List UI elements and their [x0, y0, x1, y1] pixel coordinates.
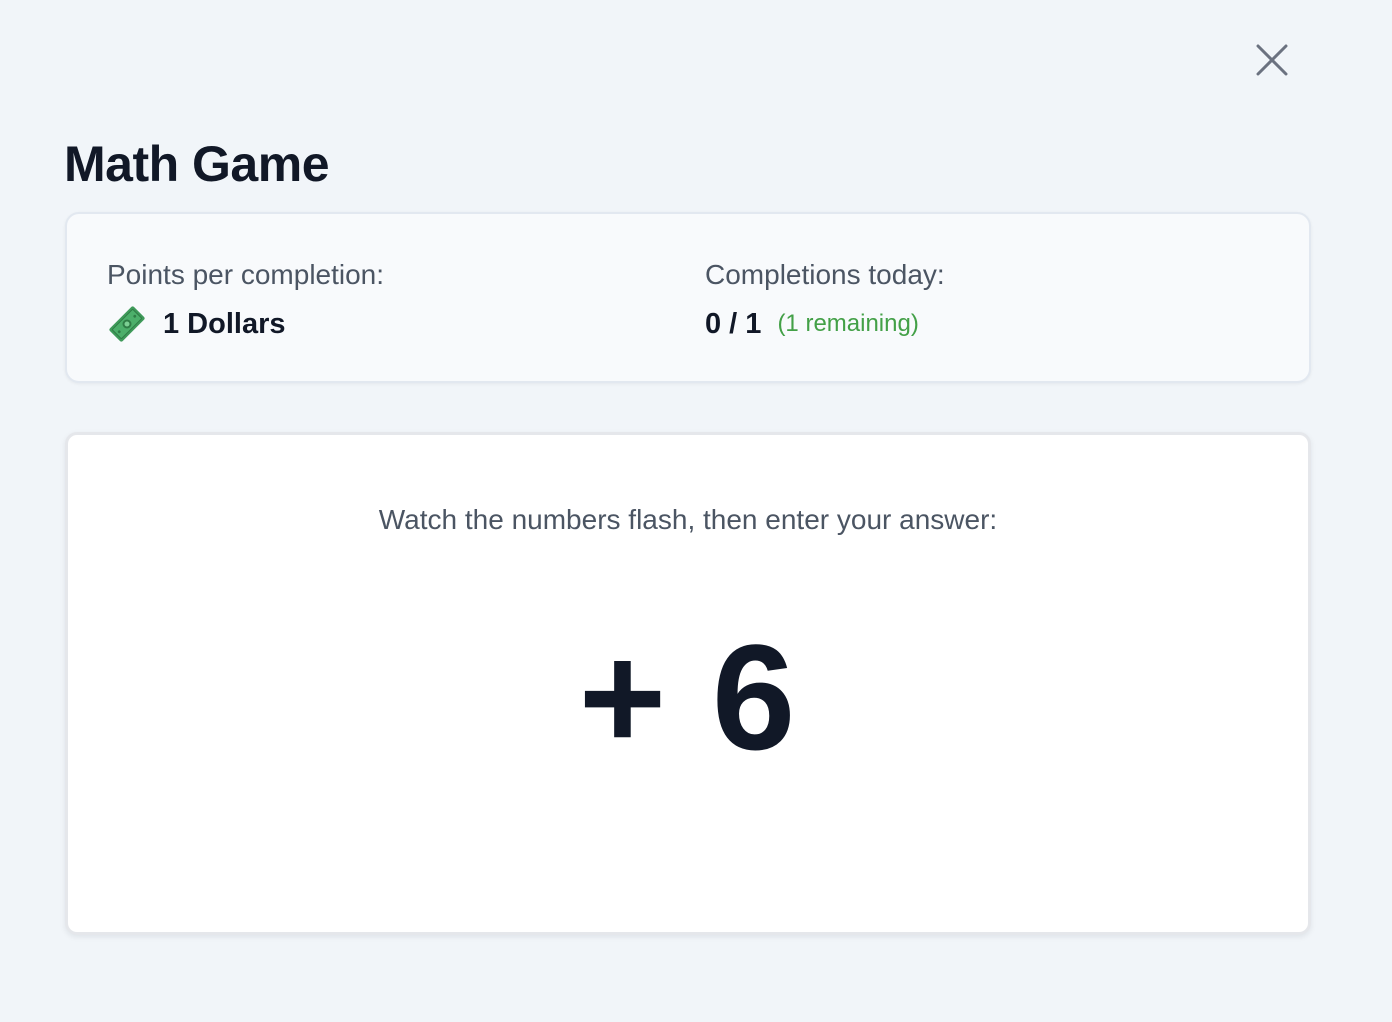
completions-label: Completions today:	[705, 259, 945, 290]
close-button[interactable]	[1250, 38, 1294, 82]
money-icon	[109, 306, 145, 342]
completions-section: Completions today: 0 / 1 (1 remaining)	[705, 258, 945, 343]
completions-value: 0 / 1	[705, 307, 762, 340]
math-game-modal: Math Game Points per completion: 1 Dolla…	[0, 0, 1392, 1022]
game-card: Watch the numbers flash, then enter your…	[65, 432, 1311, 935]
flash-number: + 6	[578, 613, 798, 781]
close-icon	[1256, 44, 1288, 76]
points-section: Points per completion: 1 Dollars	[107, 258, 384, 343]
points-value-row: 1 Dollars	[107, 305, 384, 343]
points-label: Points per completion:	[107, 259, 385, 290]
info-card: Points per completion: 1 Dollars Complet…	[65, 212, 1311, 383]
completions-value-row: 0 / 1 (1 remaining)	[705, 305, 945, 343]
remaining-count: (1 remaining)	[777, 310, 919, 337]
points-value: 1 Dollars	[163, 307, 286, 340]
page-title: Math Game	[64, 136, 330, 192]
game-instructions: Watch the numbers flash, then enter your…	[378, 504, 998, 535]
